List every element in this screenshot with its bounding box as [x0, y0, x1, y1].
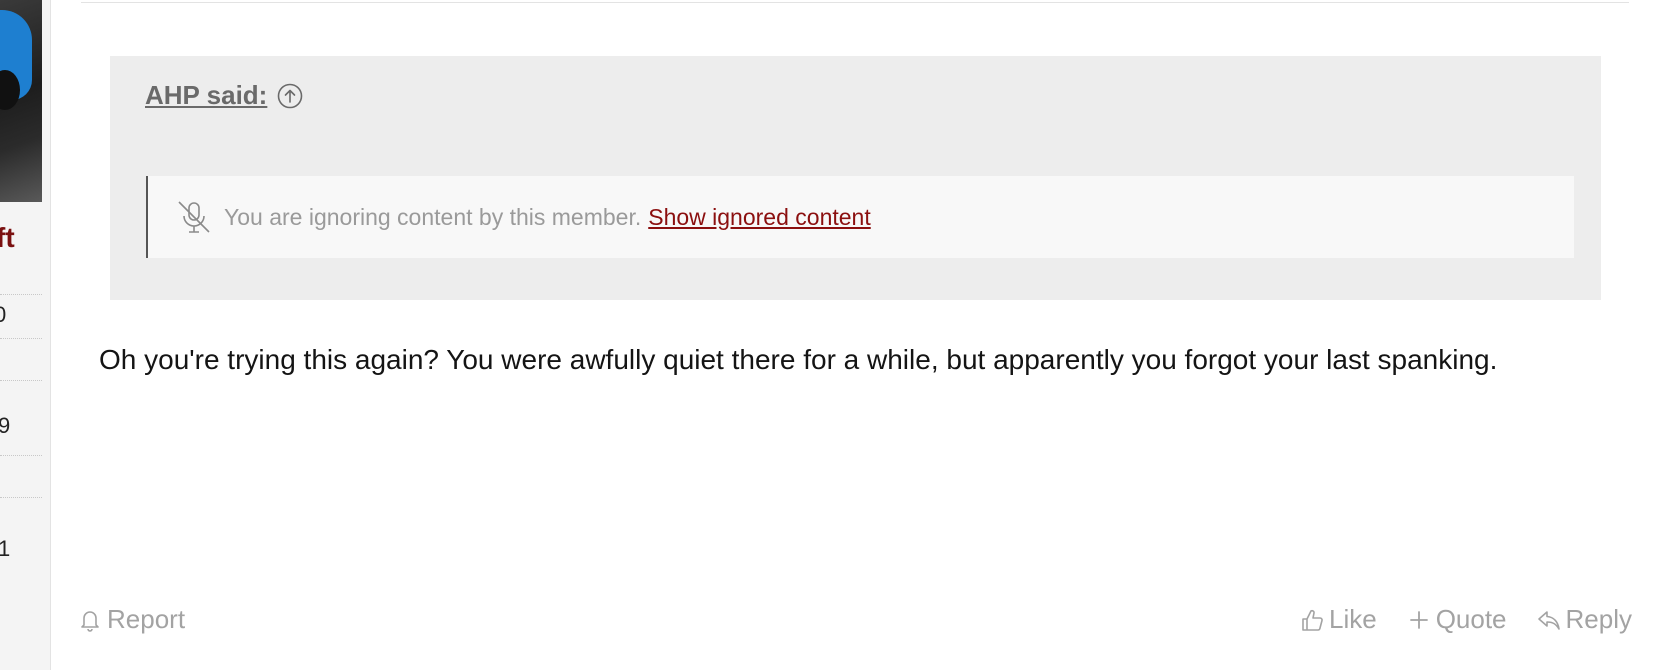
plus-icon — [1409, 610, 1428, 629]
divider — [0, 497, 42, 498]
page: ft 0 9 1 AHP said: — [0, 0, 1662, 670]
divider — [81, 2, 1629, 3]
show-ignored-content-link[interactable]: Show ignored content — [648, 204, 871, 231]
like-button[interactable]: Like — [1300, 604, 1377, 635]
jump-to-quote-icon[interactable] — [277, 83, 303, 109]
user-stat-value: 0 — [0, 302, 6, 328]
like-label: Like — [1328, 604, 1377, 634]
ignored-message: You are ignoring content by this member. — [224, 203, 642, 230]
reply-label: Reply — [1565, 604, 1632, 634]
quote-title: AHP said: — [145, 80, 303, 111]
quote-button[interactable]: Quote — [1407, 604, 1507, 635]
bell-icon — [81, 610, 99, 632]
quote-block: AHP said: You are ignoring content by th… — [110, 56, 1601, 300]
thumbs-up-icon — [1302, 609, 1323, 631]
ignored-content-notice: You are ignoring content by this member.… — [146, 176, 1574, 258]
divider — [0, 338, 42, 339]
user-info-column: ft 0 9 1 — [0, 0, 51, 670]
post-body: AHP said: You are ignoring content by th… — [51, 0, 1662, 670]
divider — [0, 294, 42, 295]
post-actions-right: Like Quote Reply — [1300, 604, 1632, 635]
avatar-image — [0, 10, 32, 110]
username[interactable]: ft — [0, 222, 15, 254]
post-actions-left: Report — [78, 604, 185, 635]
quote-label: Quote — [1435, 604, 1507, 634]
avatar[interactable] — [0, 0, 42, 202]
quote-author-link[interactable]: AHP said: — [145, 80, 267, 111]
user-stat-value: 9 — [0, 413, 10, 439]
post-message: Oh you're trying this again? You were aw… — [99, 344, 1498, 375]
reply-arrow-icon — [1537, 610, 1560, 630]
report-button[interactable]: Report — [78, 604, 185, 635]
reply-button[interactable]: Reply — [1537, 604, 1632, 635]
user-stat-value: 1 — [0, 536, 10, 562]
muted-microphone-icon — [178, 201, 210, 233]
divider — [0, 380, 42, 381]
report-label: Report — [107, 604, 186, 634]
divider — [0, 455, 42, 456]
